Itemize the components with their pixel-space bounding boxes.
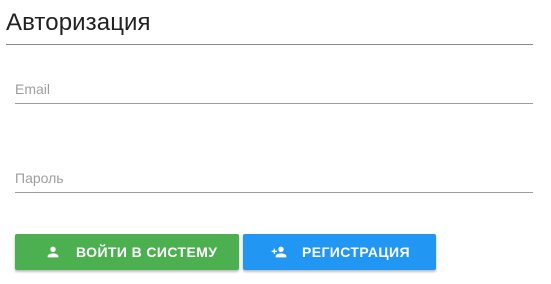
- login-button[interactable]: ВОЙТИ В СИСТЕМУ: [15, 234, 239, 270]
- register-button[interactable]: РЕГИСТРАЦИЯ: [243, 234, 436, 270]
- password-field[interactable]: [15, 163, 533, 193]
- password-field-container: [15, 163, 533, 193]
- login-button-label: ВОЙТИ В СИСТЕМУ: [76, 244, 218, 260]
- email-field-container: [15, 74, 533, 104]
- email-field[interactable]: [15, 74, 533, 104]
- person-add-icon: [270, 243, 288, 261]
- page-title: Авторизация: [6, 9, 151, 36]
- register-button-label: РЕГИСТРАЦИЯ: [302, 244, 410, 260]
- title-divider: [6, 44, 533, 45]
- person-icon: [44, 243, 62, 261]
